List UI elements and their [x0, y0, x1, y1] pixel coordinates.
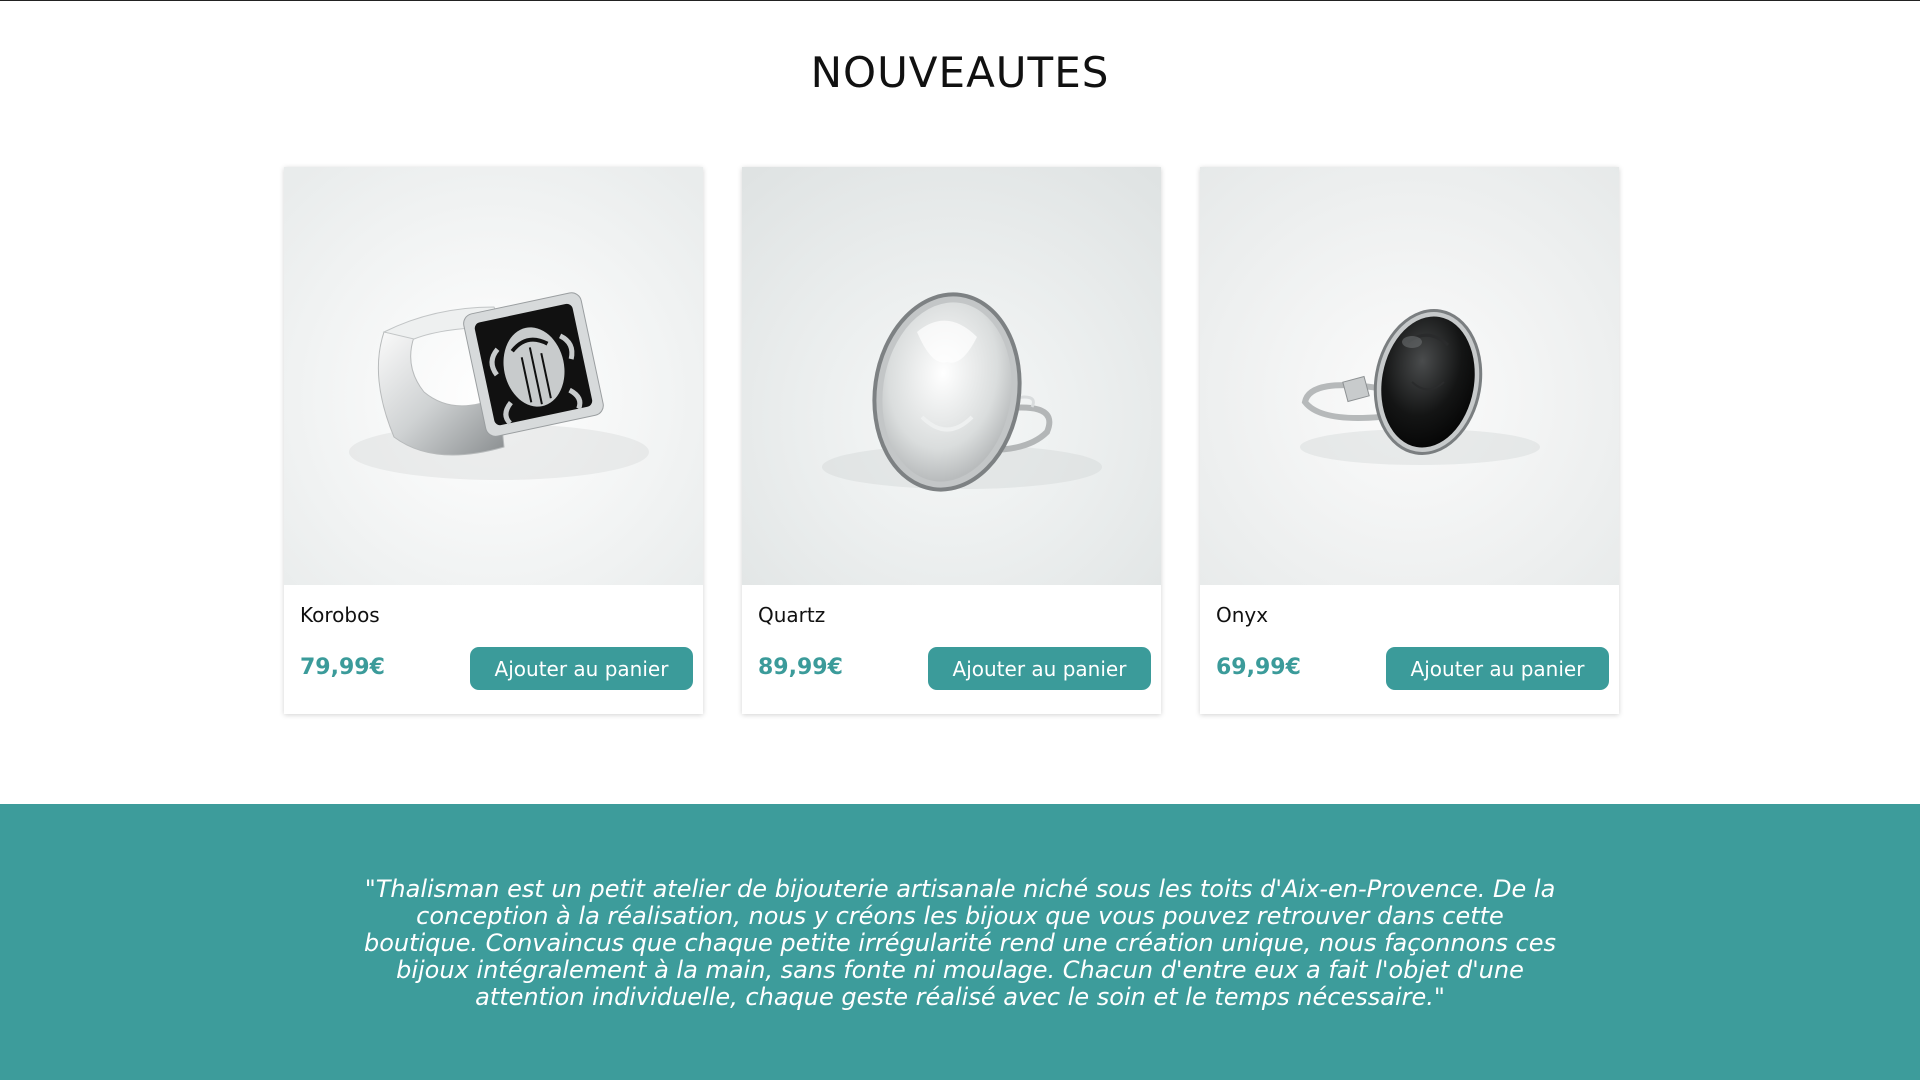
product-price: 69,99€ [1216, 655, 1301, 680]
product-name[interactable]: Korobos [300, 603, 380, 627]
product-card[interactable]: Korobos 79,99€ Ajouter au panier [284, 167, 703, 714]
add-to-cart-button[interactable]: Ajouter au panier [470, 647, 693, 690]
section-title: NOUVEAUTES [810, 48, 1110, 97]
product-price: 79,99€ [300, 655, 385, 680]
product-price: 89,99€ [758, 655, 843, 680]
product-card[interactable]: Onyx 69,99€ Ajouter au panier [1200, 167, 1619, 714]
ring-image-quartz [742, 167, 1161, 585]
top-border [0, 0, 1920, 1]
add-to-cart-button[interactable]: Ajouter au panier [1386, 647, 1609, 690]
product-image[interactable] [1200, 167, 1619, 585]
product-grid: Korobos 79,99€ Ajouter au panier Quartz … [284, 167, 1620, 714]
product-card[interactable]: Quartz 89,99€ Ajouter au panier [742, 167, 1161, 714]
ring-image-korobos [284, 167, 703, 585]
about-quote: "Thalisman est un petit atelier de bijou… [363, 875, 1557, 1011]
product-image[interactable] [284, 167, 703, 585]
product-name[interactable]: Quartz [758, 603, 825, 627]
product-name[interactable]: Onyx [1216, 603, 1268, 627]
product-image[interactable] [742, 167, 1161, 585]
add-to-cart-button[interactable]: Ajouter au panier [928, 647, 1151, 690]
ring-image-onyx [1200, 167, 1619, 585]
about-band: "Thalisman est un petit atelier de bijou… [0, 804, 1920, 1080]
